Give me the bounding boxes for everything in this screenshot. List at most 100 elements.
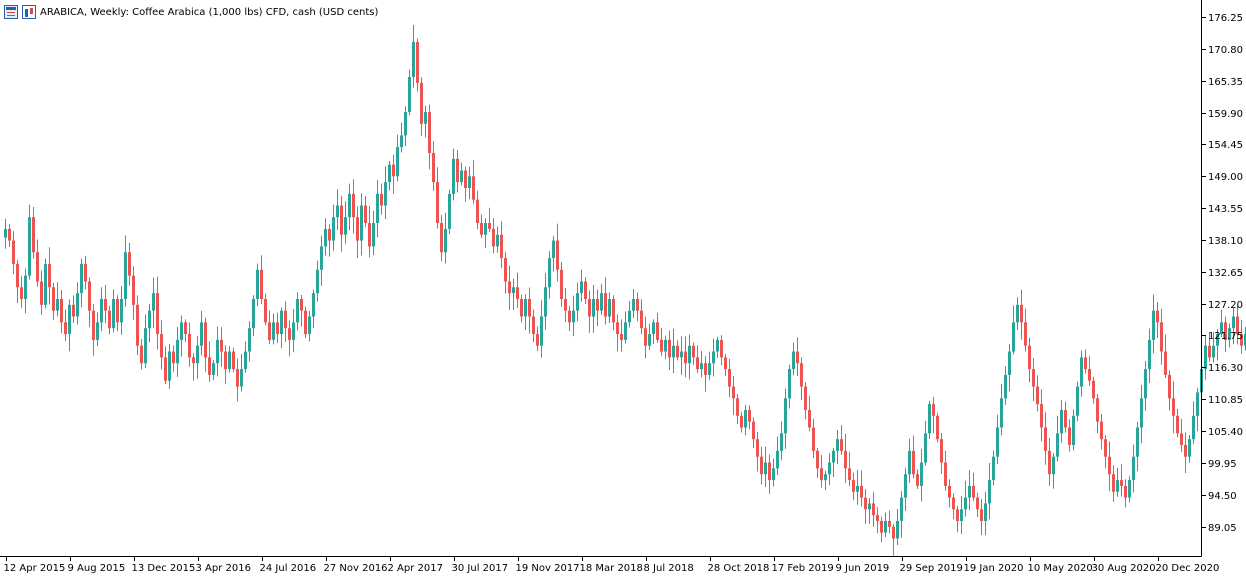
- candle: [244, 341, 247, 373]
- candle: [336, 189, 339, 231]
- candle: [1092, 376, 1095, 404]
- candle: [456, 150, 459, 193]
- candle-body: [740, 415, 743, 428]
- candle-body: [924, 433, 927, 463]
- candle: [936, 412, 939, 443]
- candle: [384, 166, 387, 219]
- candle-body: [520, 298, 523, 317]
- candle-body: [456, 158, 459, 183]
- candle: [496, 226, 499, 253]
- candle: [1040, 389, 1043, 442]
- candle: [1140, 384, 1143, 444]
- candle-body: [1120, 480, 1123, 486]
- candle-body: [44, 263, 47, 305]
- candle: [960, 496, 963, 534]
- candle-body: [732, 386, 735, 399]
- candle-body: [1124, 485, 1127, 498]
- candle-body: [1176, 415, 1179, 434]
- candle-body: [420, 82, 423, 124]
- candle-body: [288, 328, 291, 340]
- candle: [276, 312, 279, 344]
- candle-body: [60, 298, 63, 323]
- candle-body: [648, 334, 651, 346]
- candle: [652, 319, 655, 345]
- candle-body: [248, 328, 251, 352]
- candle: [188, 322, 191, 367]
- candle-body: [236, 369, 239, 387]
- candle: [212, 359, 215, 381]
- candle: [1152, 294, 1155, 354]
- candle: [208, 341, 211, 382]
- candle: [232, 347, 235, 373]
- x-tick-label: 27 Nov 2016: [324, 563, 388, 574]
- candle: [648, 323, 651, 350]
- candle: [824, 470, 827, 491]
- candle: [168, 343, 171, 389]
- candle-body: [864, 497, 867, 510]
- candle: [376, 179, 379, 238]
- candle: [416, 38, 419, 92]
- candle: [388, 160, 391, 191]
- candle: [1064, 401, 1067, 433]
- x-tick-label: 9 Jun 2019: [836, 563, 890, 574]
- candle-body: [988, 480, 991, 504]
- candle-body: [1080, 357, 1083, 387]
- y-tick-label: 89.05: [1208, 523, 1237, 534]
- candle: [56, 282, 59, 317]
- candle-body: [72, 304, 75, 317]
- candle: [28, 204, 31, 280]
- candle: [32, 207, 35, 259]
- candle-body: [444, 228, 447, 253]
- candle: [440, 215, 443, 262]
- candle-body: [944, 462, 947, 486]
- candle: [996, 414, 999, 464]
- candle-body: [196, 345, 199, 364]
- candle: [908, 438, 911, 483]
- candle: [344, 201, 347, 244]
- candle-body: [672, 345, 675, 358]
- candle: [460, 162, 463, 186]
- candle-body: [284, 310, 287, 329]
- candle: [696, 345, 699, 373]
- x-tick-label: 24 Jul 2016: [260, 563, 317, 574]
- candle-body: [140, 345, 143, 364]
- candle-body: [460, 170, 463, 183]
- candle-body: [1088, 369, 1091, 381]
- candle-body: [1164, 351, 1167, 375]
- candle: [140, 338, 143, 370]
- candle-body: [24, 275, 27, 299]
- candle: [92, 304, 95, 356]
- candle-body: [108, 310, 111, 329]
- candle: [1072, 409, 1075, 451]
- candle-body: [264, 298, 267, 323]
- candle-body: [540, 316, 543, 346]
- y-tick-label: 176.25: [1208, 13, 1243, 24]
- candle-body: [64, 322, 67, 335]
- candle-body: [912, 450, 915, 475]
- chart-canvas[interactable]: 176.25 170.80 165.35 159.90 154.45 149.00 143.…: [0, 0, 1246, 576]
- candle-body: [124, 252, 127, 299]
- candle: [88, 277, 91, 328]
- candle-body: [1172, 398, 1175, 416]
- candle: [928, 400, 931, 439]
- candle: [492, 218, 495, 254]
- candle-body: [92, 310, 95, 340]
- candle: [468, 166, 471, 200]
- candle: [136, 295, 139, 356]
- candle: [156, 276, 159, 350]
- candle: [764, 446, 767, 487]
- candle: [424, 105, 427, 138]
- y-tick-label: 121.75: [1208, 331, 1243, 342]
- candle: [1180, 418, 1183, 453]
- candle: [724, 353, 727, 376]
- candle-body: [216, 339, 219, 364]
- candle: [104, 284, 107, 324]
- x-tick-label: 19 Nov 2017: [516, 563, 580, 574]
- candle: [812, 418, 815, 458]
- candle-body: [200, 322, 203, 346]
- candle: [1012, 305, 1015, 355]
- candle: [592, 285, 595, 333]
- candle: [412, 25, 415, 88]
- candle-body: [848, 468, 851, 481]
- candle: [1156, 301, 1159, 339]
